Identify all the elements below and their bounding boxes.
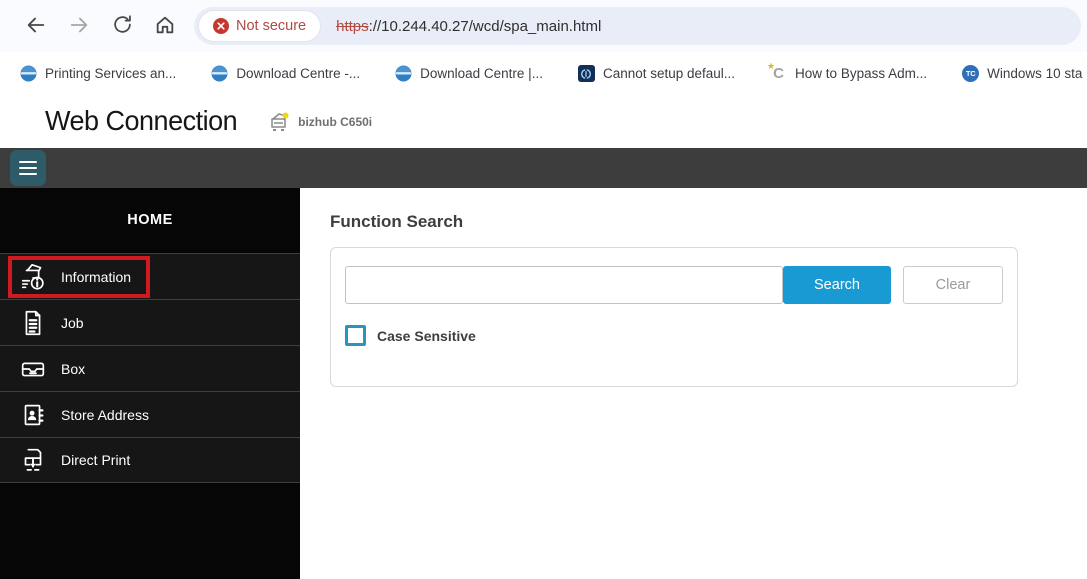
bookmark-download-centre-1[interactable]: Download Centre -... — [211, 65, 360, 82]
sidebar-item-job-hit[interactable]: Job — [8, 302, 150, 344]
address-bar[interactable]: Not secure https://10.244.40.27/wcd/spa_… — [194, 7, 1081, 45]
forward-icon — [68, 14, 90, 39]
home-button[interactable] — [148, 9, 182, 43]
main-content: Function Search Search Clear Case Sensit… — [300, 188, 1087, 579]
sidebar-item-store-address[interactable]: Store Address — [0, 391, 300, 437]
not-secure-label: Not secure — [236, 18, 306, 34]
sidebar-item-store-address-hit[interactable]: Store Address — [8, 394, 150, 436]
document-icon — [18, 308, 48, 338]
information-printer-icon — [18, 262, 48, 292]
back-button[interactable] — [19, 9, 53, 43]
sidebar-item-box-hit[interactable]: Box — [8, 348, 150, 390]
konica-globe-icon — [20, 65, 37, 82]
app-bar — [0, 148, 1087, 188]
url-text: https://10.244.40.27/wcd/spa_main.html — [336, 18, 601, 35]
bookmark-label: Download Centre -... — [236, 66, 360, 81]
bookmark-label: How to Bypass Adm... — [795, 66, 927, 81]
refresh-button[interactable] — [105, 9, 139, 43]
url-rest: ://10.244.40.27/wcd/spa_main.html — [369, 18, 602, 35]
community-square-icon — [578, 65, 595, 82]
bookmark-label: Printing Services an... — [45, 66, 176, 81]
bookmarks-bar: Printing Services an... Download Centre … — [0, 52, 1087, 95]
konica-globe-icon — [211, 65, 228, 82]
sidebar-item-job[interactable]: Job — [0, 299, 300, 345]
sidebar-title: HOME — [0, 188, 300, 253]
address-book-icon — [18, 400, 48, 430]
sidebar-item-direct-print-hit[interactable]: Direct Print — [8, 439, 150, 481]
clear-button[interactable]: Clear — [903, 266, 1003, 304]
case-sensitive-checkbox[interactable] — [345, 325, 366, 346]
tc-circle-icon: TC — [962, 65, 979, 82]
forward-button[interactable] — [62, 9, 96, 43]
sidebar: HOME Information — [0, 188, 300, 579]
device-name: bizhub C650i — [298, 115, 372, 129]
box-tray-icon — [18, 354, 48, 384]
sidebar-item-direct-print[interactable]: Direct Print — [0, 437, 300, 483]
not-secure-x-icon — [213, 18, 229, 34]
url-scheme-struck: https — [336, 18, 369, 35]
site-header: Web Connection bizhub C650i — [0, 95, 1087, 148]
bookmark-cannot-setup[interactable]: Cannot setup defaul... — [578, 65, 735, 82]
bookmark-how-to-bypass[interactable]: C★ How to Bypass Adm... — [770, 65, 927, 82]
bookmark-label: Windows 10 sta — [987, 66, 1082, 81]
sidebar-item-information[interactable]: Information — [0, 253, 300, 299]
search-button[interactable]: Search — [783, 266, 891, 304]
sidebar-item-label: Store Address — [61, 407, 149, 423]
printer-icon — [267, 110, 291, 134]
case-sensitive-row: Case Sensitive — [345, 325, 1003, 346]
sidebar-item-label: Box — [61, 361, 85, 377]
sidebar-item-label: Job — [61, 315, 84, 331]
search-input[interactable] — [345, 266, 783, 304]
refresh-icon — [112, 14, 133, 38]
menu-button[interactable] — [10, 150, 46, 186]
not-secure-chip[interactable]: Not secure — [199, 11, 320, 41]
bookmark-printing-services[interactable]: Printing Services an... — [20, 65, 176, 82]
case-sensitive-label: Case Sensitive — [377, 328, 476, 344]
konica-globe-icon — [395, 65, 412, 82]
bookmark-windows-10[interactable]: TC Windows 10 sta — [962, 65, 1082, 82]
content-area: HOME Information — [0, 188, 1087, 579]
star-c-icon: C★ — [770, 65, 787, 82]
sidebar-item-information-hit[interactable]: Information — [8, 256, 150, 298]
browser-toolbar: Not secure https://10.244.40.27/wcd/spa_… — [0, 0, 1087, 52]
page-title: Function Search — [330, 212, 1087, 232]
home-icon — [154, 14, 176, 39]
sidebar-item-label: Direct Print — [61, 452, 130, 468]
bookmark-label: Cannot setup defaul... — [603, 66, 735, 81]
search-card: Search Clear Case Sensitive — [330, 247, 1018, 387]
web-connection-logo: Web Connection — [45, 106, 237, 138]
search-row: Search Clear — [345, 266, 1003, 304]
bookmark-label: Download Centre |... — [420, 66, 543, 81]
device-info: bizhub C650i — [267, 110, 372, 134]
bookmark-download-centre-2[interactable]: Download Centre |... — [395, 65, 543, 82]
back-icon — [25, 14, 47, 39]
sidebar-item-label: Information — [61, 269, 131, 285]
print-arrow-icon — [18, 445, 48, 475]
sidebar-item-box[interactable]: Box — [0, 345, 300, 391]
